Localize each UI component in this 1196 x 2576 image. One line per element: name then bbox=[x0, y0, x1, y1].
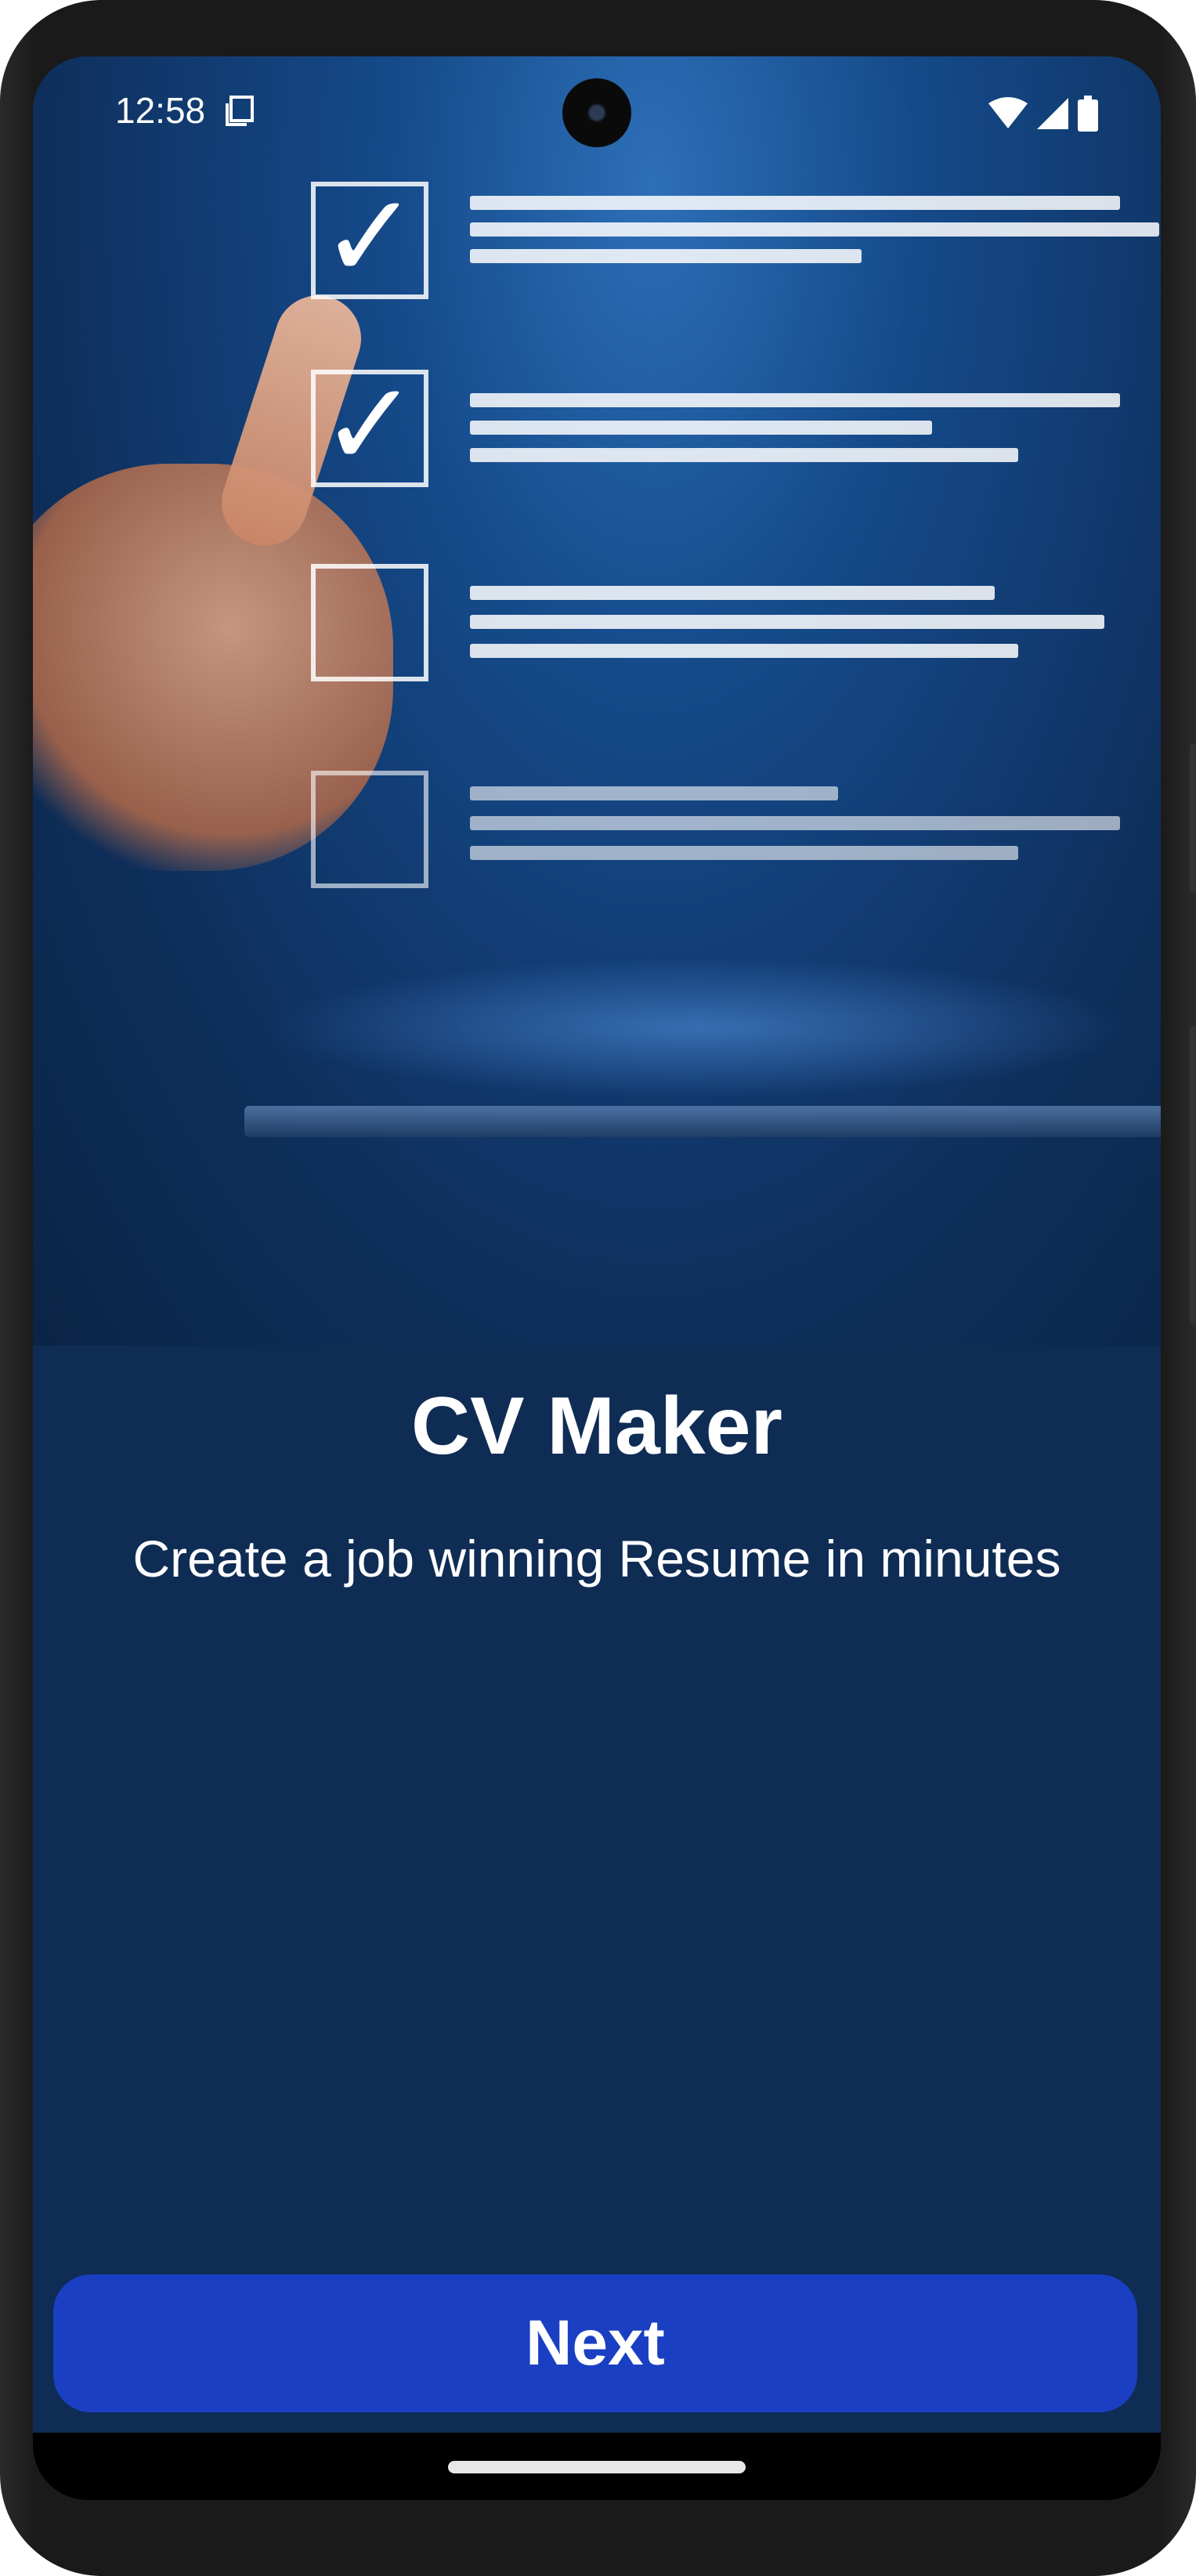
checklist-line bbox=[470, 816, 1120, 830]
checklist-box-2: ✓ bbox=[311, 367, 428, 487]
checklist-line bbox=[470, 786, 838, 800]
phone-frame: ✓ ✓ 12:58 CV Maker Create a job winning … bbox=[0, 0, 1196, 2576]
app-title: CV Maker bbox=[411, 1381, 782, 1472]
checklist-line bbox=[470, 222, 1159, 237]
home-gesture-handle[interactable] bbox=[448, 2461, 746, 2473]
checklist-box-4 bbox=[311, 771, 428, 888]
front-camera bbox=[562, 78, 631, 147]
checklist-box-1: ✓ bbox=[311, 179, 428, 299]
status-time: 12:58 bbox=[115, 90, 206, 131]
checklist-line bbox=[470, 448, 1018, 462]
volume-button bbox=[1190, 1026, 1196, 1324]
battery-icon bbox=[1078, 96, 1098, 132]
checklist-line bbox=[470, 846, 1018, 860]
app-subtitle: Create a job winning Resume in minutes bbox=[132, 1530, 1061, 1588]
wifi-icon bbox=[988, 97, 1028, 128]
next-button[interactable]: Next bbox=[53, 2274, 1137, 2412]
status-icons bbox=[988, 94, 1098, 133]
screen: ✓ ✓ 12:58 CV Maker Create a job winning … bbox=[33, 56, 1161, 2500]
tablet-glow bbox=[268, 957, 1129, 1098]
checklist-line bbox=[470, 421, 932, 435]
checklist-line bbox=[470, 615, 1104, 629]
checklist-line bbox=[470, 393, 1120, 407]
checklist-hand-image: ✓ ✓ bbox=[33, 56, 1161, 1346]
checklist-line bbox=[470, 196, 1120, 210]
checklist-line bbox=[470, 586, 995, 600]
power-button bbox=[1190, 744, 1196, 893]
checklist-line bbox=[470, 249, 862, 263]
checklist-line bbox=[470, 644, 1018, 658]
screenshot-doc-icon bbox=[226, 96, 254, 126]
tablet-edge bbox=[244, 1106, 1161, 1137]
signal-icon bbox=[1037, 98, 1068, 129]
checklist-box-3 bbox=[311, 564, 428, 681]
